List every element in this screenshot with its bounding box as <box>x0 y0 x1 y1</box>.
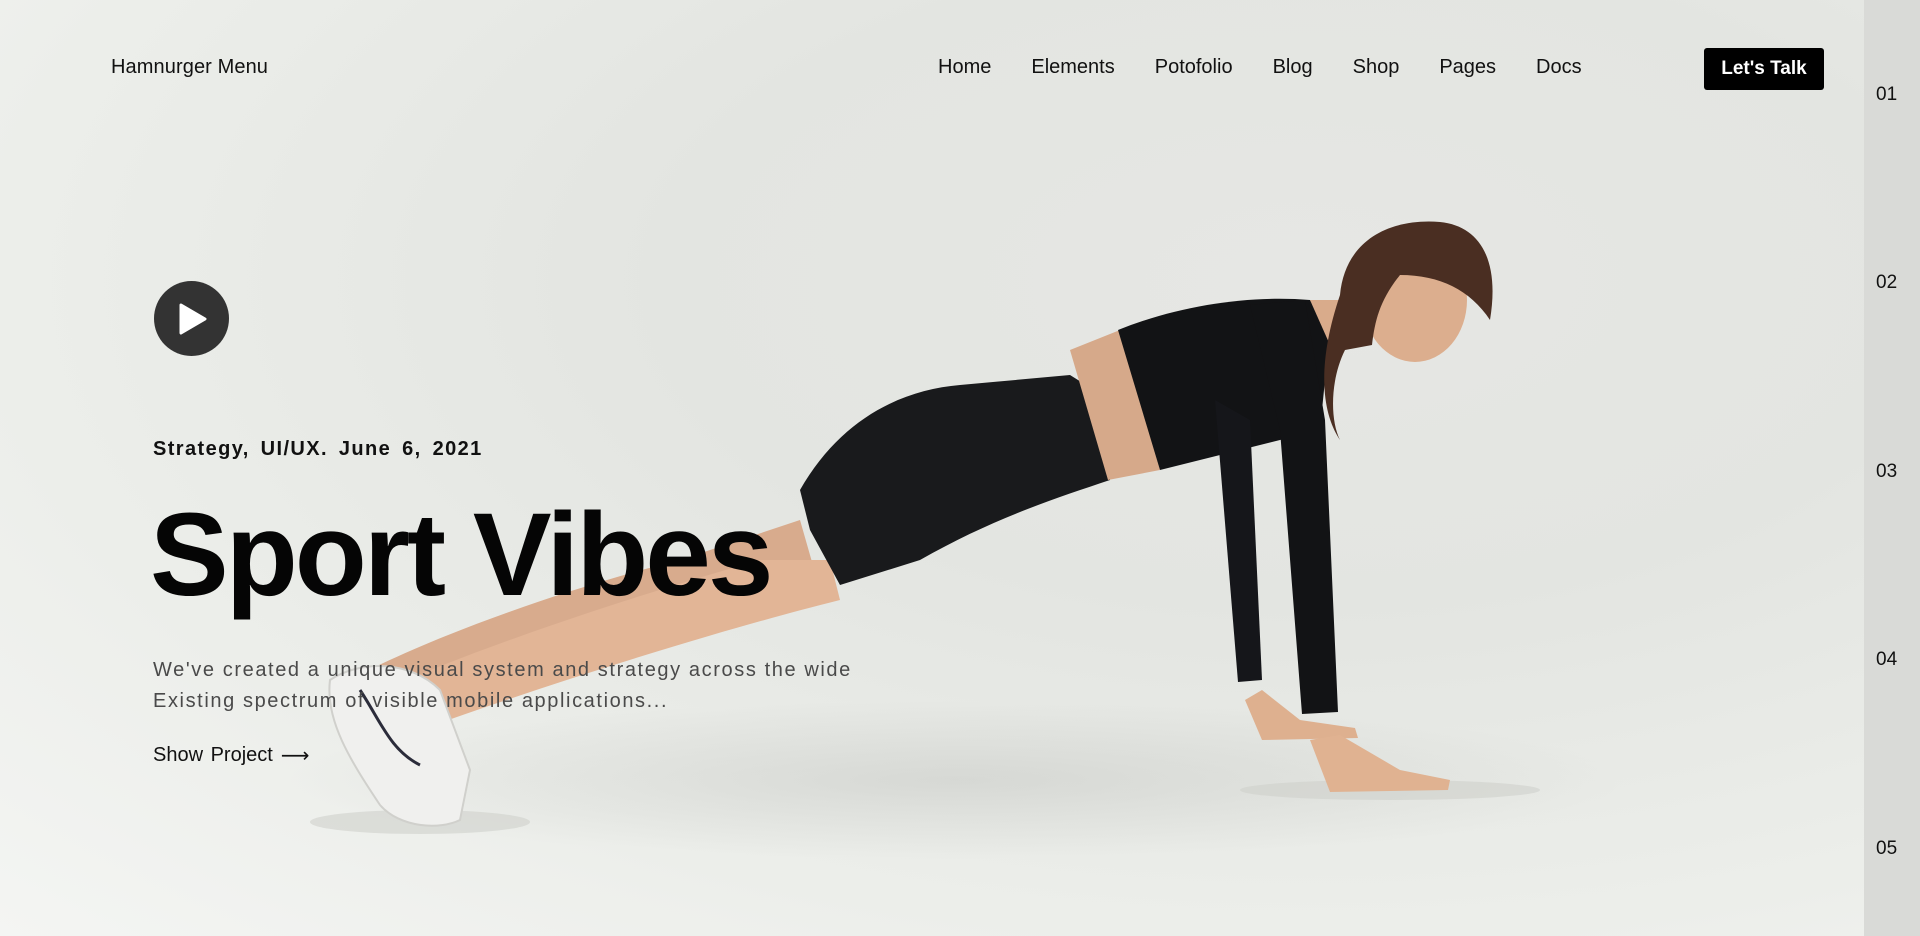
hero-section: Hamnurger Menu Home Elements Potofolio B… <box>0 0 1864 936</box>
slide-index-03[interactable]: 03 <box>1876 461 1897 483</box>
slide-index-02[interactable]: 02 <box>1876 272 1897 294</box>
nav-blog[interactable]: Blog <box>1273 56 1313 79</box>
nav-docs[interactable]: Docs <box>1536 56 1582 79</box>
nav-home[interactable]: Home <box>938 56 991 79</box>
lets-talk-button[interactable]: Let's Talk <box>1704 48 1824 90</box>
post-meta: Strategy, UI/UX. June 6, 2021 <box>153 438 483 460</box>
slide-index-04[interactable]: 04 <box>1876 649 1897 671</box>
logo[interactable]: Hamnurger Menu <box>111 56 268 79</box>
nav-shop[interactable]: Shop <box>1353 56 1400 79</box>
show-project-label: Show Project <box>153 744 273 766</box>
hero-title: Sport Vibes <box>150 489 774 621</box>
hero-description-line-2: Existing spectrum of visible mobile appl… <box>153 690 669 712</box>
arrow-right-icon: ⟶ <box>280 745 310 767</box>
hero-description: We've created a unique visual system and… <box>153 655 893 717</box>
main-nav: Home Elements Potofolio Blog Shop Pages … <box>938 56 1622 79</box>
slide-index-05[interactable]: 05 <box>1876 838 1897 860</box>
floor-shadow <box>280 700 1630 860</box>
slide-index-rail: 01 02 03 04 05 <box>1864 0 1920 936</box>
nav-pages[interactable]: Pages <box>1439 56 1496 79</box>
nav-portfolio[interactable]: Potofolio <box>1155 56 1233 79</box>
show-project-link[interactable]: Show Project ⟶ <box>153 743 310 768</box>
play-button[interactable] <box>154 281 229 356</box>
nav-elements[interactable]: Elements <box>1031 56 1114 79</box>
slide-index-01[interactable]: 01 <box>1876 84 1897 106</box>
play-icon <box>179 303 206 334</box>
hero-description-line-1: We've created a unique visual system and… <box>153 659 852 681</box>
